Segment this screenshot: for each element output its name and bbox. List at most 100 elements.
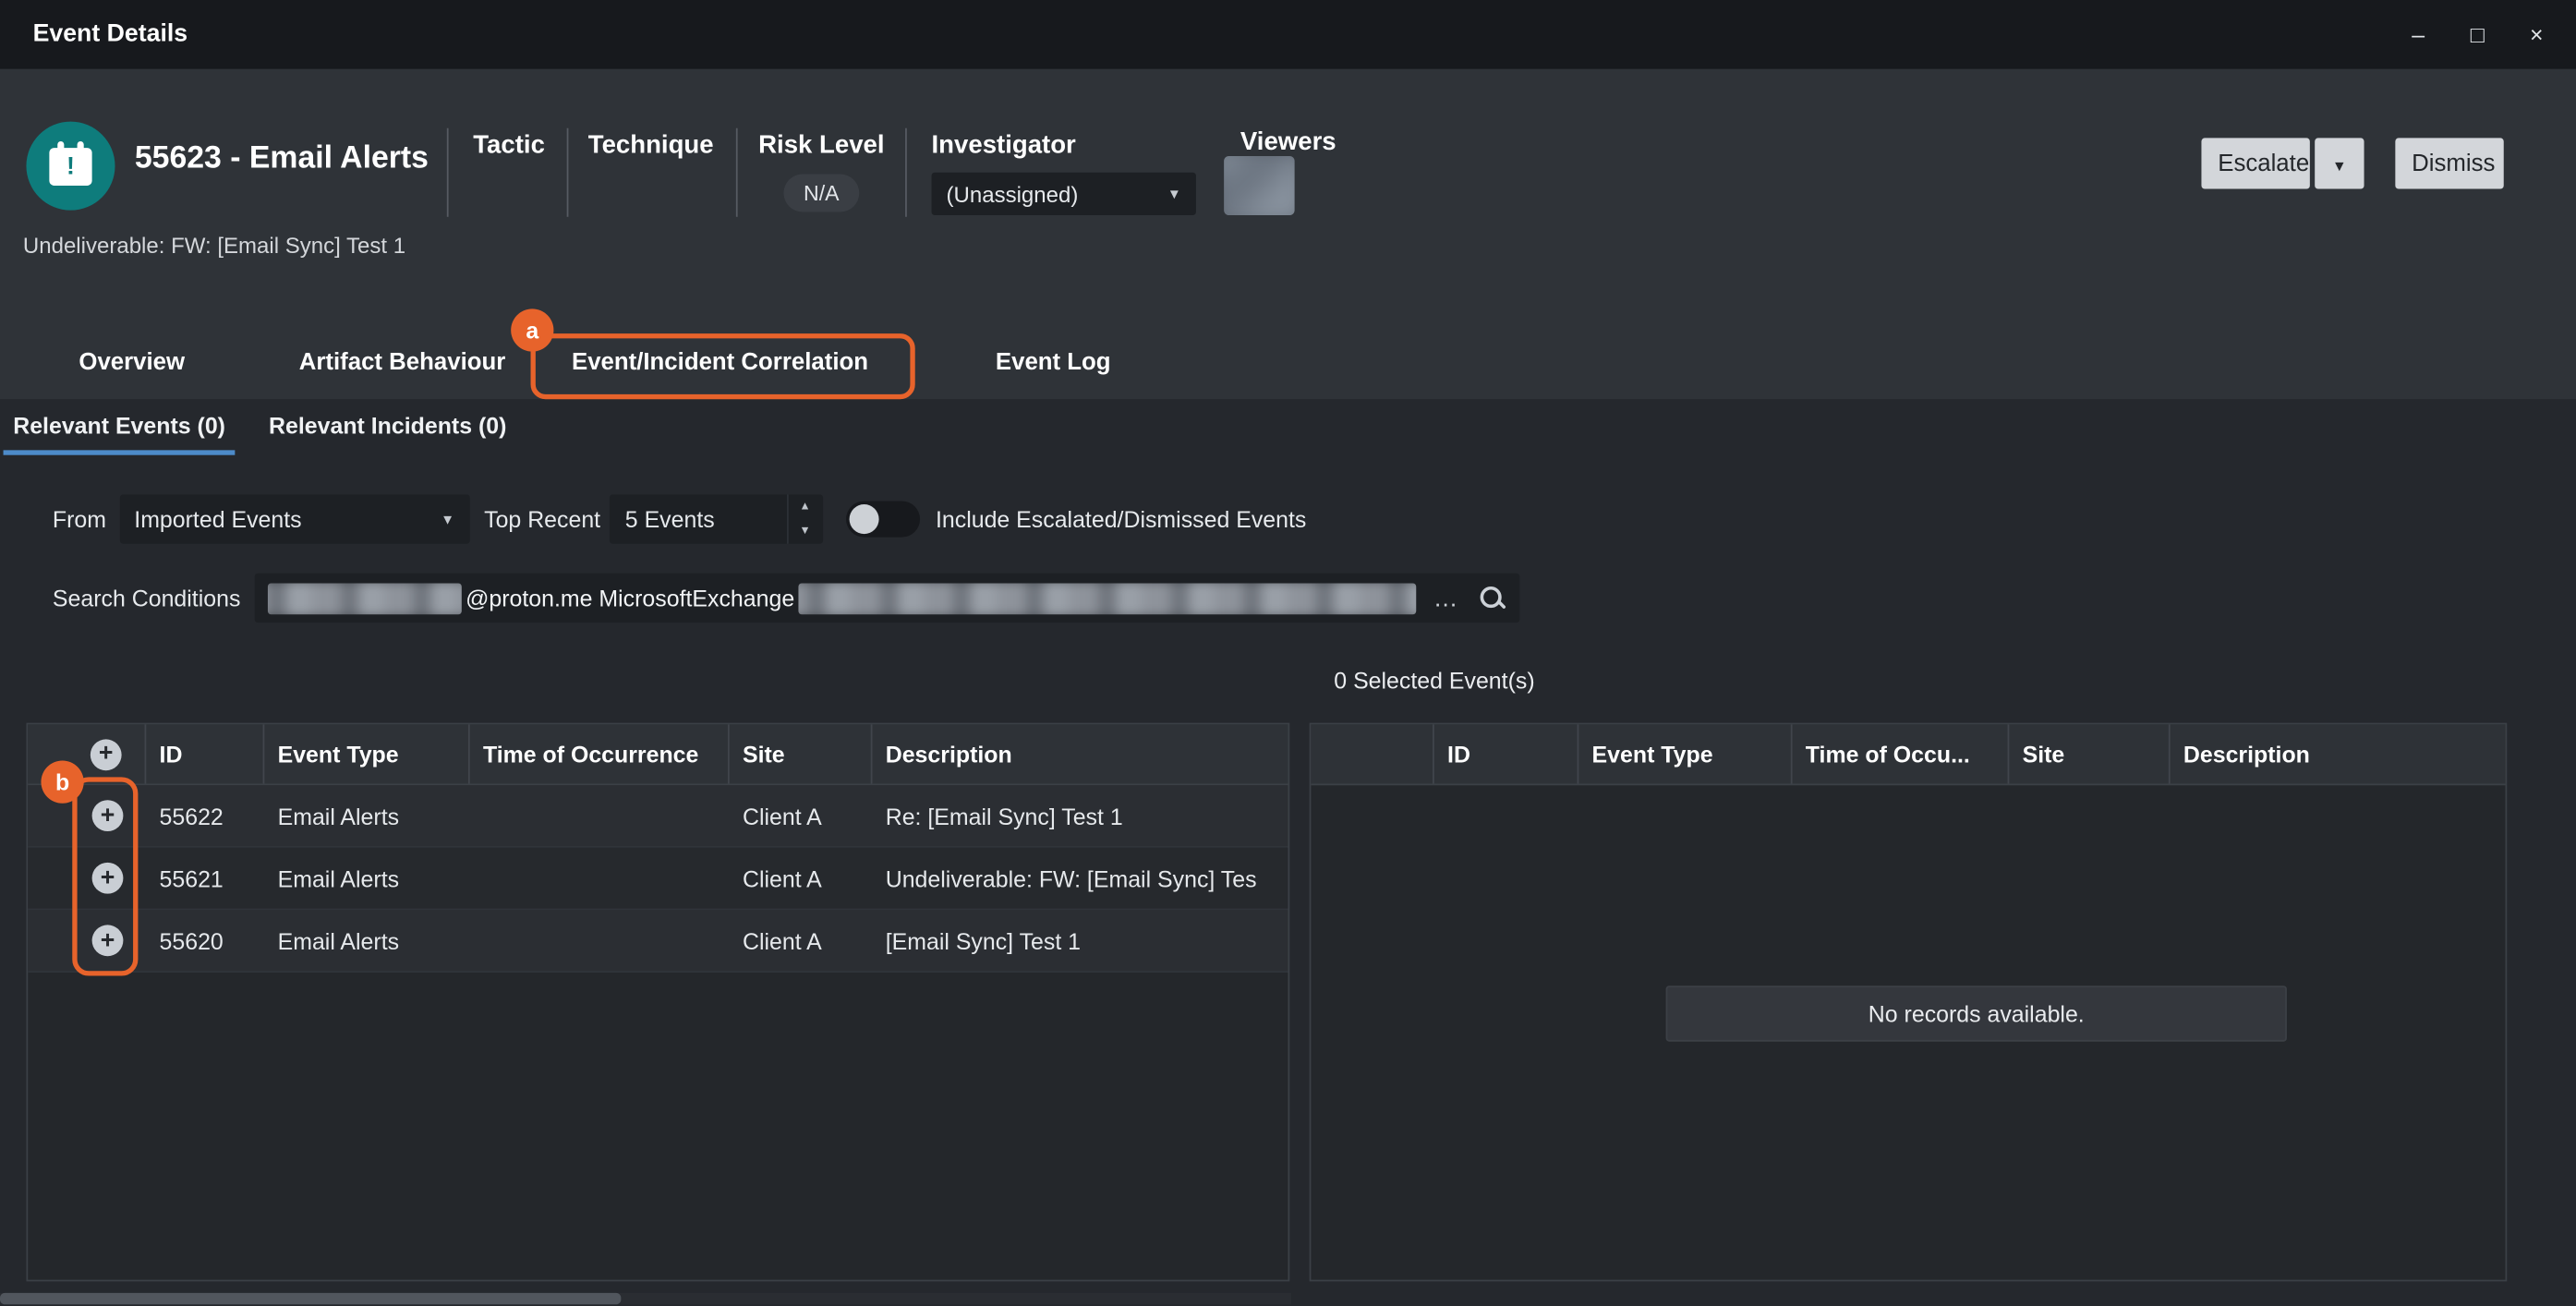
add-cell: + <box>28 848 146 909</box>
add-event-icon[interactable]: + <box>92 925 124 956</box>
correlation-panel: Relevant Events (0) Relevant Incidents (… <box>0 399 2576 1306</box>
tab-event-log[interactable]: Event Log <box>996 329 1111 399</box>
filter-row: From Imported Events ▼ Top Recent 5 Even… <box>53 493 1306 546</box>
add-all-icon[interactable]: + <box>91 739 122 770</box>
column-header-id[interactable]: ID <box>1434 724 1579 783</box>
search-row: Search Conditions @proton.me MicrosoftEx… <box>53 574 1520 623</box>
add-event-icon[interactable]: + <box>92 800 124 831</box>
column-header-time[interactable]: Time of Occurrence <box>470 724 730 783</box>
dismiss-button[interactable]: Dismiss <box>2395 138 2503 188</box>
event-header: ! 55623 - Email Alerts Tactic Technique … <box>0 69 2576 400</box>
table-row[interactable]: + 55620 Email Alerts Client A [Email Syn… <box>28 910 1288 973</box>
tab-bar: Overview Artifact Behaviour Event/Incide… <box>0 329 2576 399</box>
technique-label: Technique <box>588 131 736 161</box>
cell-site: Client A <box>730 785 873 846</box>
cell-site: Client A <box>730 848 873 909</box>
search-conditions-input[interactable]: @proton.me MicrosoftExchange … <box>255 574 1520 623</box>
risk-level-value: N/A <box>783 175 859 212</box>
no-records-message: No records available. <box>1666 986 2287 1041</box>
subtab-relevant-incidents[interactable]: Relevant Incidents (0) <box>265 399 509 453</box>
cell-site: Client A <box>730 910 873 971</box>
plus-glyph: + <box>101 927 115 952</box>
from-dropdown[interactable]: Imported Events ▼ <box>119 494 469 543</box>
column-header-event-type[interactable]: Event Type <box>264 724 469 783</box>
tactic-label: Tactic <box>473 131 566 161</box>
cell-event-type: Email Alerts <box>264 848 469 909</box>
caret-down-icon: ▼ <box>2332 157 2347 174</box>
horizontal-scrollbar <box>0 1293 1291 1304</box>
relevant-events-table: + ID Event Type Time of Occurrence Site … <box>26 723 1289 1282</box>
search-icon[interactable] <box>1480 584 1507 611</box>
event-meta-columns: Tactic Technique Risk Level N/A Investig… <box>447 128 1226 217</box>
column-header-site[interactable]: Site <box>730 724 873 783</box>
titlebar: Event Details – □ × <box>0 0 2576 69</box>
include-escalated-toggle[interactable] <box>845 502 919 538</box>
investigator-label: Investigator <box>932 131 1226 161</box>
scrollbar-thumb[interactable] <box>0 1293 621 1304</box>
avatar-blur <box>1224 156 1294 215</box>
top-recent-label: Top Recent <box>484 506 600 532</box>
tactic-column: Tactic <box>447 128 567 217</box>
event-subtitle: Undeliverable: FW: [Email Sync] Test 1 <box>23 234 405 259</box>
risk-level-column: Risk Level N/A <box>736 128 905 217</box>
plus-glyph: + <box>99 741 114 766</box>
table-row[interactable]: + 55622 Email Alerts Client A Re: [Email… <box>28 785 1288 848</box>
search-visible-text: @proton.me MicrosoftExchange <box>463 585 798 611</box>
cell-description: Re: [Email Sync] Test 1 <box>872 785 1288 846</box>
column-header-id[interactable]: ID <box>146 724 264 783</box>
maximize-icon[interactable]: □ <box>2454 11 2500 57</box>
column-header-time[interactable]: Time of Occu... <box>1793 724 2010 783</box>
column-header-description[interactable]: Description <box>2171 724 2506 783</box>
column-header-description[interactable]: Description <box>872 724 1288 783</box>
selected-events-count: 0 Selected Event(s) <box>1334 667 1534 693</box>
risk-level-label: Risk Level <box>738 131 905 161</box>
escalate-button[interactable]: Escalate <box>2201 138 2309 188</box>
plus-glyph: + <box>101 803 115 828</box>
investigator-column: Investigator (Unassigned) ▼ <box>905 128 1226 217</box>
cell-id: 55621 <box>146 848 264 909</box>
cell-event-type: Email Alerts <box>264 910 469 971</box>
add-event-icon[interactable]: + <box>92 863 124 894</box>
spinner-up-icon[interactable]: ▲ <box>788 494 822 519</box>
table-row[interactable]: + 55621 Email Alerts Client A Undelivera… <box>28 848 1288 911</box>
minimize-icon[interactable]: – <box>2395 11 2441 57</box>
event-title: 55623 - Email Alerts <box>135 141 429 177</box>
from-label: From <box>53 506 106 532</box>
top-recent-input[interactable]: 5 Events ▲ ▼ <box>609 494 822 543</box>
more-options-button[interactable]: … <box>1433 584 1459 611</box>
add-cell: + <box>28 910 146 971</box>
technique-column: Technique <box>567 128 736 217</box>
exclamation-glyph: ! <box>67 152 75 180</box>
tab-event-incident-correlation[interactable]: Event/Incident Correlation <box>572 329 868 399</box>
top-recent-value: 5 Events <box>609 506 786 532</box>
window-controls: – □ × <box>2395 0 2559 69</box>
cell-time <box>470 910 730 971</box>
investigator-dropdown[interactable]: (Unassigned) ▼ <box>932 173 1196 215</box>
escalate-dropdown-button[interactable]: ▼ <box>2315 138 2364 188</box>
selected-events-table: ID Event Type Time of Occu... Site Descr… <box>1310 723 2508 1282</box>
tab-artifact-behaviour[interactable]: Artifact Behaviour <box>299 329 506 399</box>
close-icon[interactable]: × <box>2513 11 2559 57</box>
search-conditions-label: Search Conditions <box>53 585 240 611</box>
subtab-relevant-events[interactable]: Relevant Events (0) <box>10 399 229 453</box>
event-details-window: Event Details – □ × ! 55623 - Email Aler… <box>0 0 2576 1306</box>
spinner-down-icon[interactable]: ▼ <box>788 519 822 544</box>
event-calendar-alert-icon: ! <box>26 122 115 211</box>
redaction-blur <box>798 583 1417 614</box>
column-header-event-type[interactable]: Event Type <box>1578 724 1792 783</box>
caret-down-icon: ▼ <box>441 511 454 527</box>
caret-down-icon: ▼ <box>1167 186 1181 202</box>
viewers-label: Viewers <box>1240 128 1336 158</box>
from-value: Imported Events <box>134 506 301 532</box>
cell-description: [Email Sync] Test 1 <box>872 910 1288 971</box>
subtab-bar: Relevant Events (0) Relevant Incidents (… <box>10 399 539 456</box>
column-header-site[interactable]: Site <box>2009 724 2170 783</box>
cell-id: 55620 <box>146 910 264 971</box>
tab-overview[interactable]: Overview <box>79 329 185 399</box>
cell-description: Undeliverable: FW: [Email Sync] Tes <box>872 848 1288 909</box>
window-title: Event Details <box>33 0 188 69</box>
table-header-row: ID Event Type Time of Occu... Site Descr… <box>1311 724 2505 785</box>
redacted-text <box>269 583 463 614</box>
plus-glyph: + <box>101 865 115 889</box>
add-all-header-cell: + <box>28 724 146 783</box>
